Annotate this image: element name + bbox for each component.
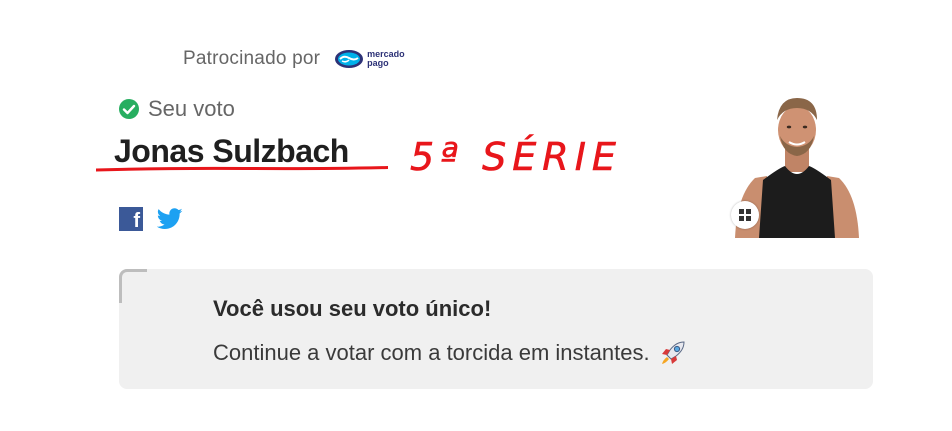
notice-body: Continue a votar com a torcida em instan… [213,340,650,365]
mercado-pago-logo[interactable]: mercado pago [334,49,405,69]
twitter-icon[interactable] [157,208,183,230]
facebook-icon[interactable]: f [119,207,143,231]
sponsor-bar: Patrocinado por mercado pago [183,48,405,70]
handwritten-scribble: 5ª SÉRIE [410,135,622,180]
notice-body-row: Continue a votar com a torcida em instan… [213,338,688,368]
mercado-pago-logo-line2: pago [367,58,389,68]
sponsor-label: Patrocinado por [183,48,321,69]
strike-through-scribble [96,166,388,172]
social-share: f [119,207,183,231]
notice-title: Você usou seu voto único! [213,296,492,321]
grid-icon [739,209,751,221]
check-circle-icon [119,99,139,119]
rocket-icon [661,341,685,364]
vote-label-row: Seu voto [118,96,235,122]
notice-corner-accent [119,269,147,303]
avatar-badge[interactable] [731,201,759,229]
vote-label: Seu voto [148,96,235,121]
facebook-glyph: f [133,210,140,232]
scribble-text: 5ª SÉRIE [410,135,622,179]
candidate-name: Jonas Sulzbach [114,133,349,169]
vote-notice-box [119,269,873,389]
handshake-icon [335,50,364,68]
